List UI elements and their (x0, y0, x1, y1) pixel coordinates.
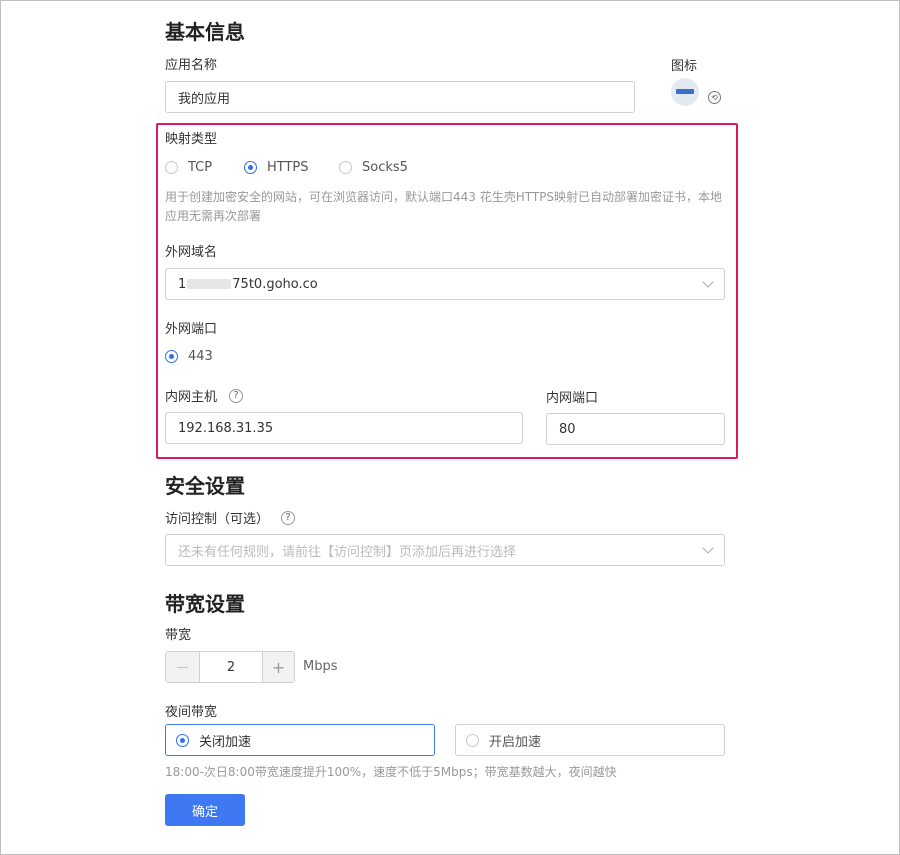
access-label: 访问控制（可选） (165, 512, 270, 527)
bw-value[interactable]: 2 (200, 652, 262, 682)
bw-label: 带宽 (165, 628, 192, 643)
security-title: 安全设置 (165, 474, 245, 498)
night-on-label: 开启加速 (489, 734, 542, 750)
night-hint: 18:00-次日8:00带宽速度提升100%，速度不低于5Mbps；带宽基数越大… (165, 765, 617, 779)
radio-port-443-circle (165, 350, 178, 363)
radio-https-circle (244, 161, 257, 174)
change-icon-icon[interactable]: ⟲ (708, 91, 721, 104)
radio-tcp-label: TCP (188, 160, 213, 175)
night-off-label: 关闭加速 (199, 734, 252, 750)
mapping-description-line1: 用于创建加密安全的网站，可在浏览器访问，默认端口443 花生壳HTTPS映射已自… (165, 190, 723, 204)
radio-port-443-label: 443 (188, 349, 213, 364)
radio-tcp-circle (165, 161, 178, 174)
night-off-radio (176, 733, 189, 747)
host-label: 内网主机 (165, 390, 218, 405)
mapping-description-line2: 应用无需再次部署 (165, 209, 262, 223)
bandwidth-title: 带宽设置 (165, 592, 245, 616)
night-on-option[interactable]: 开启加速 (455, 724, 725, 756)
access-chevron-down-icon (702, 542, 714, 554)
bw-increment-button[interactable]: + (262, 652, 294, 682)
app-icon[interactable] (671, 78, 699, 106)
icon-label: 图标 (671, 59, 698, 74)
host-label-row: 内网主机 ? (165, 386, 244, 405)
inner-port-value: 80 (559, 421, 576, 437)
bw-decrement-button[interactable]: — (166, 652, 200, 682)
inner-port-input[interactable]: 80 (546, 413, 725, 445)
radio-socks5[interactable]: Socks5 (339, 160, 408, 175)
domain-chevron-down-icon (702, 276, 714, 288)
inner-port-label: 内网端口 (546, 391, 599, 406)
basic-info-title: 基本信息 (165, 20, 245, 44)
access-label-row: 访问控制（可选） ? (165, 508, 296, 527)
domain-suffix: 75t0.goho.co (232, 276, 318, 292)
host-value: 192.168.31.35 (178, 420, 274, 436)
mapping-description: 用于创建加密安全的网站，可在浏览器访问，默认端口443 花生壳HTTPS映射已自… (165, 188, 725, 226)
radio-socks5-circle (339, 161, 352, 174)
host-input[interactable]: 192.168.31.35 (165, 412, 523, 444)
mapping-type-label: 映射类型 (165, 132, 218, 147)
radio-socks5-label: Socks5 (362, 160, 408, 175)
app-name-input[interactable]: 我的应用 (165, 81, 635, 113)
app-name-label: 应用名称 (165, 58, 218, 73)
app-name-value: 我的应用 (178, 91, 231, 107)
radio-https-label: HTTPS (267, 160, 309, 175)
night-label: 夜间带宽 (165, 705, 218, 720)
domain-label: 外网域名 (165, 245, 218, 260)
host-help-icon[interactable]: ? (229, 388, 244, 403)
bw-stepper: — 2 + (165, 651, 295, 683)
access-placeholder: 还未有任何规则，请前往【访问控制】页添加后再进行选择 (178, 544, 517, 560)
radio-port-443[interactable]: 443 (165, 349, 213, 364)
bw-unit: Mbps (303, 659, 338, 674)
access-help-icon[interactable]: ? (281, 510, 296, 525)
confirm-button[interactable]: 确定 (165, 794, 245, 826)
radio-https[interactable]: HTTPS (244, 160, 309, 175)
night-off-option[interactable]: 关闭加速 (165, 724, 435, 756)
access-control-select[interactable]: 还未有任何规则，请前往【访问控制】页添加后再进行选择 (165, 534, 725, 566)
domain-prefix: 1 (178, 276, 187, 292)
domain-select[interactable]: 1 75t0.goho.co (165, 268, 725, 300)
port-label: 外网端口 (165, 322, 218, 337)
radio-tcp[interactable]: TCP (165, 160, 212, 175)
night-on-radio (466, 733, 479, 747)
domain-redacted (187, 279, 232, 289)
